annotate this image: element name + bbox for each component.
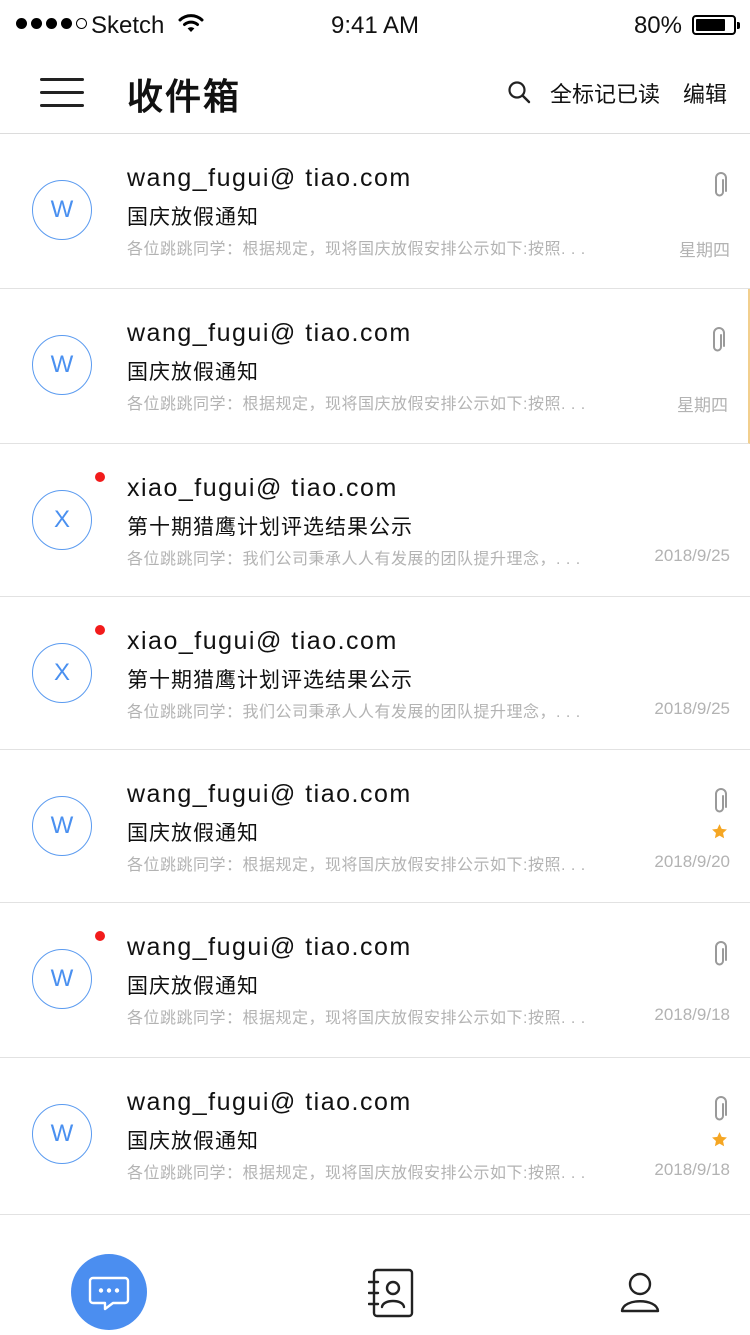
mail-preview: 各位跳跳同学：根据规定，现将国庆放假安排公示如下:按照. . .: [127, 241, 586, 258]
mail-sender: wang_fugui@ tiao.com: [127, 319, 412, 347]
mail-sender: wang_fugui@ tiao.com: [127, 1088, 412, 1116]
mail-sender: wang_fugui@ tiao.com: [127, 164, 412, 192]
sender-avatar: W: [32, 949, 92, 1009]
mail-item[interactable]: W wang_fugui@ tiao.com 国庆放假通知 各位跳跳同学：根据规…: [0, 903, 750, 1058]
star-icon: [712, 1132, 727, 1147]
mail-preview: 各位跳跳同学：我们公司秉承人人有发展的团队提升理念，. . .: [127, 551, 581, 568]
edit-button[interactable]: 编辑: [683, 77, 727, 109]
mail-date: 2018/9/18: [654, 1005, 730, 1024]
mail-item[interactable]: W wang_fugui@ tiao.com 国庆放假通知 各位跳跳同学：根据规…: [0, 750, 750, 903]
mail-preview: 各位跳跳同学：根据规定，现将国庆放假安排公示如下:按照. . .: [127, 1165, 586, 1182]
attachment-icon: [715, 1096, 727, 1121]
mail-item[interactable]: W wang_fugui@ tiao.com 国庆放假通知 各位跳跳同学：根据规…: [0, 134, 750, 289]
mail-item[interactable]: W wang_fugui@ tiao.com 国庆放假通知 各位跳跳同学：根据规…: [0, 1058, 750, 1215]
mail-item[interactable]: X xiao_fugui@ tiao.com 第十期猎鹰计划评选结果公示 各位跳…: [0, 444, 750, 597]
user-profile-icon[interactable]: [620, 1271, 660, 1313]
mail-subject: 国庆放假通知: [127, 822, 259, 845]
mail-subject: 第十期猎鹰计划评选结果公示: [127, 516, 413, 539]
unread-indicator: [95, 931, 105, 941]
contacts-book-icon[interactable]: [368, 1268, 414, 1318]
sender-avatar: W: [32, 180, 92, 240]
mail-subject: 第十期猎鹰计划评选结果公示: [127, 669, 413, 692]
search-icon[interactable]: [507, 80, 531, 104]
nav-bar: 收件箱 全标记已读 编辑: [0, 50, 750, 134]
star-icon: [712, 824, 727, 839]
mail-sender: xiao_fugui@ tiao.com: [127, 627, 398, 655]
mail-subject: 国庆放假通知: [127, 206, 259, 229]
mail-sender: xiao_fugui@ tiao.com: [127, 474, 398, 502]
mail-date: 2018/9/20: [654, 852, 730, 871]
sender-avatar: W: [32, 335, 92, 395]
unread-indicator: [95, 472, 105, 482]
mark-all-read-button[interactable]: 全标记已读: [550, 77, 660, 109]
mail-subject: 国庆放假通知: [127, 361, 259, 384]
page-title: 收件箱: [127, 76, 242, 117]
tab-messages[interactable]: [71, 1254, 147, 1330]
attachment-icon: [715, 788, 727, 813]
mail-preview: 各位跳跳同学：根据规定，现将国庆放假安排公示如下:按照. . .: [127, 396, 586, 413]
tab-bar: [0, 1224, 750, 1334]
sender-avatar: X: [32, 490, 92, 550]
mail-sender: wang_fugui@ tiao.com: [127, 780, 412, 808]
mail-date: 2018/9/25: [654, 546, 730, 565]
mail-preview: 各位跳跳同学：根据规定，现将国庆放假安排公示如下:按照. . .: [127, 857, 586, 874]
attachment-icon: [713, 327, 725, 352]
mail-preview: 各位跳跳同学：根据规定，现将国庆放假安排公示如下:按照. . .: [127, 1010, 586, 1027]
attachment-icon: [715, 941, 727, 966]
mail-date: 2018/9/18: [654, 1160, 730, 1179]
chat-bubble-icon: [88, 1276, 130, 1311]
mail-sender: wang_fugui@ tiao.com: [127, 933, 412, 961]
mail-date: 星期四: [677, 396, 728, 415]
menu-icon[interactable]: [40, 77, 84, 107]
sender-avatar: W: [32, 796, 92, 856]
mail-subject: 国庆放假通知: [127, 1130, 259, 1153]
mail-preview: 各位跳跳同学：我们公司秉承人人有发展的团队提升理念，. . .: [127, 704, 581, 721]
mail-date: 星期四: [679, 241, 730, 260]
mail-item[interactable]: X xiao_fugui@ tiao.com 第十期猎鹰计划评选结果公示 各位跳…: [0, 597, 750, 750]
battery-icon: [692, 15, 740, 35]
battery-percentage: 80%: [633, 12, 682, 39]
status-bar: Sketch 9:41 AM 80%: [0, 0, 750, 50]
mail-date: 2018/9/25: [654, 699, 730, 718]
sender-avatar: W: [32, 1104, 92, 1164]
mail-item[interactable]: W wang_fugui@ tiao.com 国庆放假通知 各位跳跳同学：根据规…: [0, 289, 750, 444]
attachment-icon: [715, 172, 727, 197]
mail-subject: 国庆放假通知: [127, 975, 259, 998]
unread-indicator: [95, 625, 105, 635]
mail-list: W wang_fugui@ tiao.com 国庆放假通知 各位跳跳同学：根据规…: [0, 134, 750, 1215]
sender-avatar: X: [32, 643, 92, 703]
